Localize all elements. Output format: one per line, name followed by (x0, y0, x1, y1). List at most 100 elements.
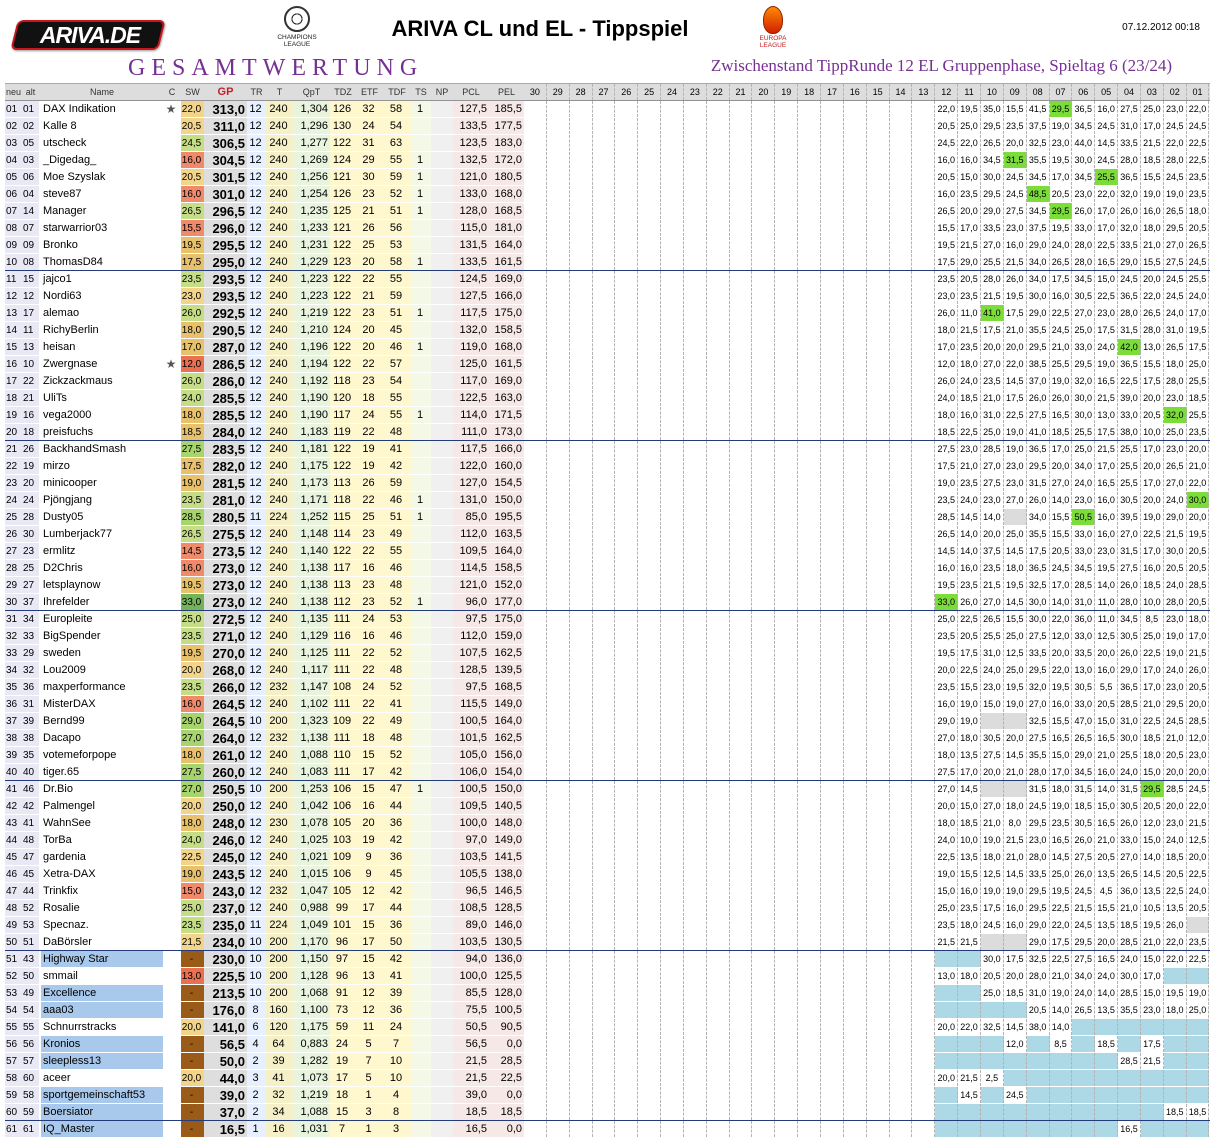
column-header-qpt[interactable]: QpT (293, 84, 330, 100)
row-sw: 12,0 (181, 356, 204, 372)
ranking-row[interactable]: 22 19 mirzo 17,5 282,0 12 240 1,175 122 19 42 122,0… (5, 458, 1210, 475)
ranking-row[interactable]: 03 05 utscheck 24,5 306,5 12 240 1,277 122 31 63 12… (5, 135, 1210, 152)
ranking-row[interactable]: 24 24 Pjöngjang 23,5 281,0 12 240 1,171 118 22 46 1… (5, 492, 1210, 509)
ranking-row[interactable]: 33 29 sweden 19,5 270,0 12 240 1,125 111 22 52 107,… (5, 645, 1210, 662)
column-header-neu[interactable]: neu (5, 84, 22, 100)
ranking-row[interactable]: 09 09 Bronko 19,5 295,5 12 240 1,231 122 25 53 131,… (5, 237, 1210, 254)
round-value (615, 203, 639, 219)
ranking-row[interactable]: 57 57 sleepless13-50,0 2 39 1,282 19 7 10 21,5 28,… (5, 1053, 1210, 1070)
ranking-row[interactable]: 47 44 Trinkfix 15,0 243,0 12 232 1,047 105 12 42 96… (5, 883, 1210, 900)
ranking-row[interactable]: 54 54 aaa03-176,0 8 160 1,100 73 12 36 75,5 100,5 2… (5, 1002, 1210, 1019)
ranking-row[interactable]: 25 28 Dusty05 28,5 280,5 11 224 1,252 115 25 51 1 85… (5, 509, 1210, 526)
ranking-row[interactable]: 10 08 ThomasD84 17,5 295,0 12 240 1,229 123 20 58 1… (5, 254, 1210, 271)
ranking-row[interactable]: 18 21 UliTs 24,0 285,5 12 240 1,190 120 18 55 122,5… (5, 390, 1210, 407)
ranking-row[interactable]: 41 46 Dr.Bio 27,0 250,5 10 200 1,253 106 15 47 1 100… (5, 781, 1210, 798)
ranking-row[interactable]: 27 23 ermlitz 14,5 273,5 12 240 1,140 122 22 55 109… (5, 543, 1210, 560)
round-value: 20,5 (1050, 543, 1073, 559)
column-header-gp[interactable]: GP (204, 84, 247, 100)
ranking-row[interactable]: 35 36 maxperformance 23,5 266,0 12 232 1,147 108… (5, 679, 1210, 696)
ranking-row[interactable]: 12 12 Nordi63 23,0 293,5 12 240 1,223 122 21 59 127… (5, 288, 1210, 305)
column-header-t[interactable]: T (266, 84, 293, 100)
row-pel: 161,5 (489, 356, 524, 372)
ranking-row[interactable]: 28 25 D2Chris 16,0 273,0 12 240 1,138 117 16 46 114… (5, 560, 1210, 577)
column-header-etf[interactable]: ETF (356, 84, 383, 100)
ranking-row[interactable]: 39 35 votemeforpope 18,0 261,0 12 240 1,088 110 1… (5, 747, 1210, 764)
ranking-row[interactable]: 44 48 TorBa 24,0 246,0 12 240 1,025 103 19 42 97,0 1… (5, 832, 1210, 849)
column-header-np[interactable]: NP (431, 84, 453, 100)
ariva-logo-text[interactable]: ARIVA.DE (20, 22, 160, 49)
ranking-row[interactable]: 49 53 Specnaz. 23,5 235,0 11 224 1,049 101 15 36 89… (5, 917, 1210, 934)
ranking-row[interactable]: 38 38 Dacapo 27,0 264,0 12 232 1,138 111 18 48 101,… (5, 730, 1210, 747)
column-header-c[interactable]: C (163, 84, 181, 100)
ranking-row[interactable]: 02 02 Kalle 8 20,5 311,0 12 240 1,296 130 24 54 133… (5, 118, 1210, 135)
round-value: 29,5 (1027, 883, 1050, 899)
ranking-row[interactable]: 48 52 Rosalie 25,0 237,0 12 240 0,988 99 17 44 108,… (5, 900, 1210, 917)
ranking-row[interactable]: 07 14 Manager 26,5 296,5 12 240 1,235 125 21 51 1 12… (5, 203, 1210, 220)
round-value (821, 356, 844, 372)
ranking-row[interactable]: 15 13 heisan 17,0 287,0 12 240 1,196 122 20 46 1 119… (5, 339, 1210, 356)
ranking-row[interactable]: 53 49 Excellence -213,5 10 200 1,068 91 12 39 85,5… (5, 985, 1210, 1002)
ranking-row[interactable]: 21 26 BackhandSmash 27,5 283,5 12 240 1,181 122 1… (5, 441, 1210, 458)
round-value (821, 152, 844, 168)
row-t: 240 (266, 373, 293, 389)
ranking-row[interactable]: 14 11 RichyBerlin 18,0 290,5 12 240 1,210 124 20 4… (5, 322, 1210, 339)
column-header-sw[interactable]: SW (181, 84, 204, 100)
ranking-row[interactable]: 42 42 Palmengel 20,0 250,0 12 240 1,042 106 16 44 1… (5, 798, 1210, 815)
column-header-tr[interactable]: TR (247, 84, 266, 100)
ranking-row[interactable]: 43 41 WahnSee 18,0 248,0 12 230 1,078 105 20 36 100… (5, 815, 1210, 832)
row-sw: 28,5 (181, 509, 204, 525)
ranking-row[interactable]: 50 51 DaBörsler 21,5 234,0 10 200 1,170 96 17 50 10… (5, 934, 1210, 951)
column-header-tdf[interactable]: TDF (383, 84, 411, 100)
round-value: 30,5 (981, 730, 1004, 746)
ranking-row[interactable]: 05 06 Moe Szyslak 20,5 301,5 12 240 1,256 121 30 5… (5, 169, 1210, 186)
ranking-row[interactable]: 36 31 MisterDAX 16,0 264,5 12 240 1,102 111 22 41 1… (5, 696, 1210, 713)
ranking-row[interactable]: 06 04 steve87 16,0 301,0 12 240 1,254 126 23 52 1 13… (5, 186, 1210, 203)
ranking-row[interactable]: 51 43 Highway Star -230,0 10 200 1,150 97 15 42 94… (5, 951, 1210, 968)
ranking-row[interactable]: 16 10 Zwergnase ★ 12,0 286,5 12 240 1,194 122 22 57… (5, 356, 1210, 373)
round-value (912, 832, 936, 848)
row-tdf: 45 (383, 866, 411, 882)
ranking-row[interactable]: 60 59 Boersiator -37,0 2 34 1,088 15 3 8 18,5 18,5 1… (5, 1104, 1210, 1121)
ranking-row[interactable]: 08 07 starwarrior03 15,5 296,0 12 240 1,233 121 2… (5, 220, 1210, 237)
ranking-row[interactable]: 26 30 Lumberjack77 26,5 275,5 12 240 1,148 114 23… (5, 526, 1210, 543)
ranking-row[interactable]: 20 18 preisfuchs 18,5 284,0 12 240 1,183 119 22 48… (5, 424, 1210, 441)
round-value: 17,0 (935, 339, 959, 355)
ranking-row[interactable]: 40 40 tiger.65 27,5 260,0 12 240 1,083 111 17 42 10… (5, 764, 1210, 781)
column-header-pcl[interactable]: PCL (453, 84, 489, 100)
ranking-row[interactable]: 31 34 Europleite 25,0 272,5 12 240 1,135 111 24 53… (5, 611, 1210, 628)
column-header-name[interactable]: Name (41, 84, 163, 100)
row-pcl: 109,5 (453, 543, 489, 559)
ranking-row[interactable]: 13 17 alemao 26,0 292,5 12 240 1,219 122 23 51 1 117… (5, 305, 1210, 322)
ranking-row[interactable]: 52 50 smmail 13,0 225,5 10 200 1,128 96 13 41 100,0… (5, 968, 1210, 985)
round-value (661, 390, 684, 406)
row-np (431, 237, 453, 253)
row-tdz: 112 (330, 594, 356, 610)
ranking-row[interactable]: 56 56 Kronios -56,5 4 64 0,883 24 5 7 56,5 0,0 12,0 8… (5, 1036, 1210, 1053)
row-etf: 29 (356, 152, 383, 168)
ranking-row[interactable]: 23 20 minicooper 19,0 281,5 12 240 1,173 113 26 59… (5, 475, 1210, 492)
column-header-ts[interactable]: TS (411, 84, 431, 100)
ranking-row[interactable]: 37 39 Bernd99 29,0 264,5 10 200 1,323 109 22 49 100… (5, 713, 1210, 730)
ranking-row[interactable]: 59 58 sportgemeinschaft53-39,0 2 32 1,219 18 1 4… (5, 1087, 1210, 1104)
ranking-row[interactable]: 58 60 aceer 20,0 44,0 3 41 1,073 17 5 10 21,5 22,5 20… (5, 1070, 1210, 1087)
ranking-row[interactable]: 01 01 DAX Indikation ★ 22,0 313,0 12 240 1,304 12… (5, 101, 1210, 118)
ranking-row[interactable]: 29 27 letsplaynow 19,5 273,0 12 240 1,138 113 23 4… (5, 577, 1210, 594)
column-header-pel[interactable]: PEL (489, 84, 524, 100)
ranking-row[interactable]: 04 03 _Digedag_ 16,0 304,5 12 240 1,269 124 29 55 1… (5, 152, 1210, 169)
ranking-row[interactable]: 61 61 IQ_Master -16,5 1 16 1,031 7 1 3 16,5 0,0 16,5 (5, 1121, 1210, 1138)
round-value: 19,5 (1050, 152, 1073, 168)
round-value: 17,0 (958, 764, 981, 780)
ranking-row[interactable]: 46 45 Xetra-DAX 19,0 243,5 12 240 1,015 106 9 45 10… (5, 866, 1210, 883)
ranking-row[interactable]: 17 22 Zickzackmaus 26,0 286,0 12 240 1,192 118 23… (5, 373, 1210, 390)
row-t: 240 (266, 254, 293, 270)
column-header-tdz[interactable]: TDZ (330, 84, 356, 100)
row-alt: 60 (22, 1070, 39, 1086)
column-header-alt[interactable]: alt (22, 84, 39, 100)
ranking-row[interactable]: 45 47 gardenia 22,5 245,0 12 240 1,021 109 9 36 103… (5, 849, 1210, 866)
ranking-row[interactable]: 32 33 BigSpender 23,5 271,0 12 240 1,129 116 16 46… (5, 628, 1210, 645)
ranking-row[interactable]: 30 37 Ihrefelder 33,0 273,0 12 240 1,138 112 23 52… (5, 594, 1210, 611)
ranking-row[interactable]: 55 55 Schnurrstracks 20,0 141,0 6 120 1,175 59 11… (5, 1019, 1210, 1036)
ranking-row[interactable]: 19 16 vega2000 18,0 285,5 12 240 1,190 117 24 55 1 1… (5, 407, 1210, 424)
ranking-row[interactable]: 34 32 Lou2009 20,0 268,0 12 240 1,117 111 22 48 128… (5, 662, 1210, 679)
ranking-row[interactable]: 11 15 jajco1 23,5 293,5 12 240 1,223 122 22 55 124,… (5, 271, 1210, 288)
